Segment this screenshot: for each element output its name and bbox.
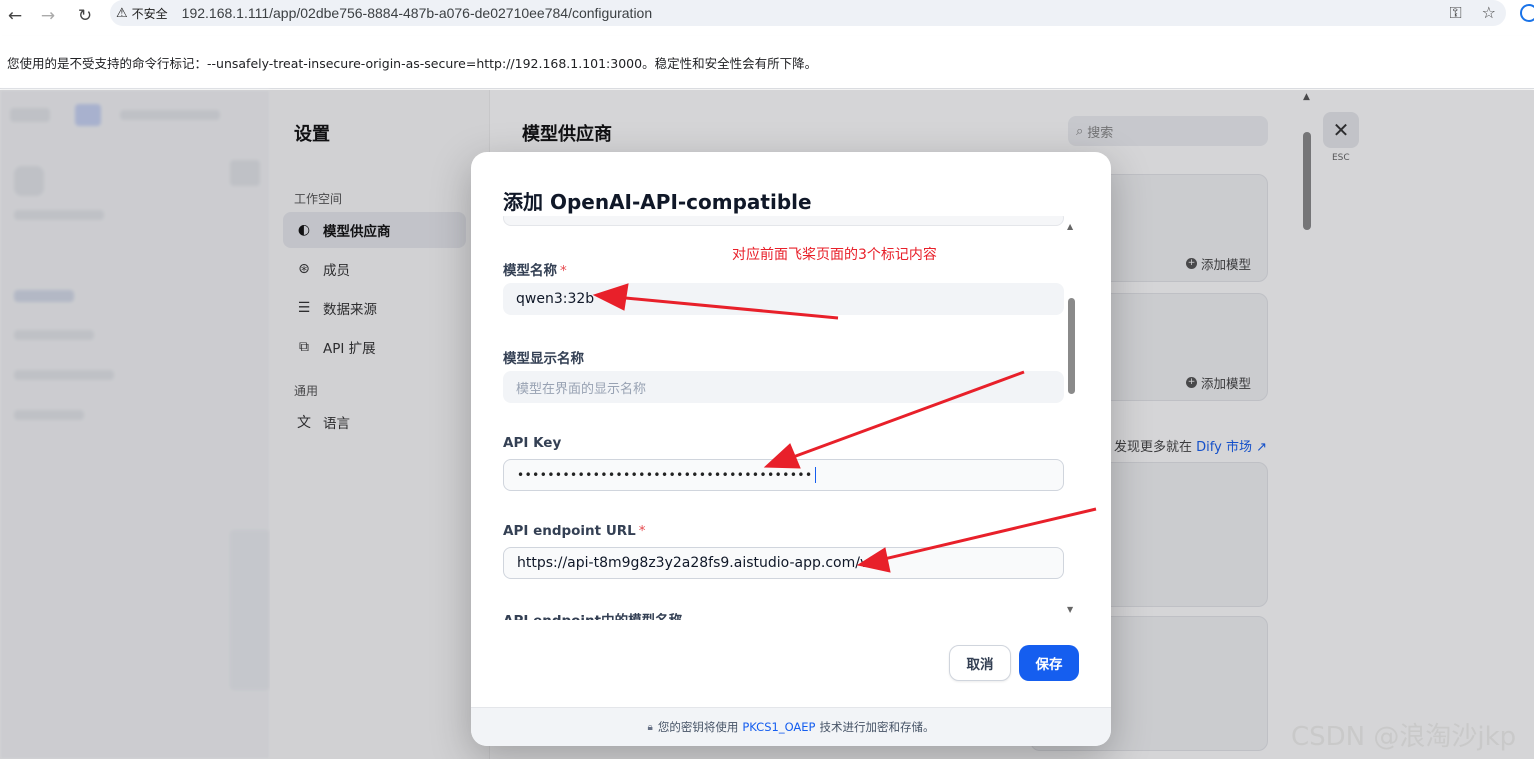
- encryption-note: 🔒︎ 您的密钥将使用 PKCS1_OAEP 技术进行加密和存储。: [471, 707, 1111, 746]
- browser-toolbar: ← → ↻ ⚠ 不安全 192.168.1.111/app/02dbe756-8…: [0, 0, 1534, 36]
- endpoint-url-value: https://api-t8m9g8z3y2a28fs9.aistudio-ap…: [517, 555, 878, 571]
- dialog-form: 模型名称 * qwen3:32b 模型显示名称 模型在界面的显示名称 API Ke…: [471, 216, 1111, 620]
- footer-prefix: 您的密钥将使用: [657, 720, 739, 734]
- annotation-text: 对应前面飞桨页面的3个标记内容: [732, 247, 937, 263]
- watermark: CSDN @浪淘沙jkp: [1291, 722, 1517, 752]
- model-name-input[interactable]: qwen3:32b: [503, 283, 1064, 315]
- model-name-value: qwen3:32b: [516, 291, 595, 307]
- dialog-title: 添加 OpenAI-API-compatible: [503, 190, 812, 214]
- display-name-label: 模型显示名称: [503, 351, 584, 367]
- security-chip[interactable]: ⚠ 不安全: [116, 5, 168, 22]
- display-name-placeholder: 模型在界面的显示名称: [516, 381, 647, 397]
- endpoint-model-name-label: API endpoint中的模型名称: [503, 609, 682, 620]
- dialog-scroll-down-icon[interactable]: ▼: [1067, 605, 1073, 614]
- forward-icon[interactable]: →: [35, 3, 61, 29]
- back-icon[interactable]: ←: [2, 3, 28, 29]
- add-provider-dialog: 添加 OpenAI-API-compatible 模型名称 * qwen3:32b…: [471, 152, 1111, 746]
- dialog-scroll-up-icon[interactable]: ▲: [1067, 222, 1073, 231]
- previous-field-edge: [503, 216, 1064, 226]
- footer-suffix: 技术进行加密和存储。: [819, 720, 935, 734]
- url-text[interactable]: 192.168.1.111/app/02dbe756-8884-487b-a07…: [182, 5, 652, 21]
- api-key-label: API Key: [503, 435, 562, 451]
- cancel-button[interactable]: 取消: [949, 645, 1011, 681]
- api-key-value: •••••••••••••••••••••••••••••••••••••••: [517, 468, 813, 482]
- save-button[interactable]: 保存: [1019, 645, 1079, 681]
- text-caret: [814, 467, 816, 483]
- endpoint-url-input[interactable]: https://api-t8m9g8z3y2a28fs9.aistudio-ap…: [503, 547, 1064, 579]
- lock-icon: 🔒︎: [647, 721, 653, 733]
- dialog-scrollbar[interactable]: [1068, 298, 1075, 394]
- insecure-label: 不安全: [131, 6, 168, 21]
- api-key-input[interactable]: •••••••••••••••••••••••••••••••••••••••: [503, 459, 1064, 491]
- display-name-input[interactable]: 模型在界面的显示名称: [503, 371, 1064, 403]
- infobar: 您使用的是不受支持的命令行标记：--unsafely-treat-insecur…: [0, 36, 1534, 89]
- infobar-text: 您使用的是不受支持的命令行标记：--unsafely-treat-insecur…: [7, 56, 818, 71]
- pkcs-link[interactable]: PKCS1_OAEP: [742, 720, 815, 734]
- endpoint-url-label: API endpoint URL *: [503, 523, 646, 539]
- address-bar[interactable]: ⚠ 不安全 192.168.1.111/app/02dbe756-8884-48…: [110, 0, 1506, 26]
- profile-icon[interactable]: [1520, 4, 1534, 22]
- password-key-icon[interactable]: ⚿: [1449, 3, 1461, 23]
- reload-icon[interactable]: ↻: [72, 3, 98, 29]
- bookmark-star-icon[interactable]: ☆: [1482, 3, 1496, 23]
- model-name-label: 模型名称 *: [503, 263, 567, 279]
- warning-icon: ⚠: [116, 5, 128, 21]
